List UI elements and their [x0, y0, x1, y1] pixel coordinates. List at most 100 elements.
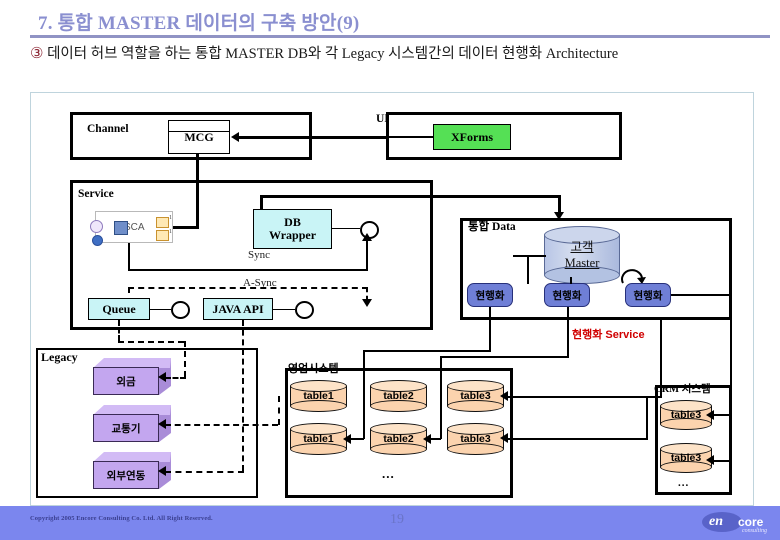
sales-table-2-3-label: table3	[460, 433, 491, 445]
sync-box-3[interactable]: 현행화	[625, 283, 671, 307]
sync-label: Sync	[248, 249, 270, 261]
service-label: Service	[78, 188, 114, 200]
sales-table-2-3[interactable]: table3	[447, 423, 504, 455]
sync-line-h1	[128, 269, 368, 271]
crm-feed-h	[504, 396, 662, 398]
sales-table-1-2-label: table2	[383, 390, 414, 402]
box1-down-v	[489, 307, 491, 350]
subheading-marker: ③	[30, 46, 44, 62]
ui-to-mcg-line	[386, 136, 433, 138]
legacy-cube-3-face: 외부연동	[93, 461, 159, 489]
box1-to-table-h	[347, 438, 364, 440]
queue-node[interactable]: Queue	[88, 298, 150, 320]
to-cube2-arrow	[158, 419, 166, 429]
sales-table-2-1-label: table1	[303, 433, 334, 445]
crm-t1-arrow	[706, 410, 714, 420]
crm-system-more: ...	[678, 477, 690, 489]
sales-system-label: 영업시스템	[288, 363, 339, 375]
sca-pin-bottom-label: 1	[169, 229, 172, 235]
sales-table-2-2-label: table2	[383, 433, 414, 445]
async-arrow-api	[362, 299, 372, 307]
mcg-node[interactable]: MCG	[168, 120, 230, 154]
sales-table-1-3-label: table3	[460, 390, 491, 402]
ui-to-mcg-line-2	[239, 136, 389, 139]
db-wrapper-node[interactable]: DB Wrapper	[253, 209, 332, 249]
crm-table-2-label: table3	[670, 452, 702, 464]
sales-table-1-1[interactable]: table1	[290, 380, 347, 412]
box1-down-v2	[363, 350, 365, 439]
sca-pin-top-icon	[156, 217, 169, 228]
xforms-node[interactable]: XForms	[433, 124, 511, 150]
subheading: ③ 데이터 허브 역할을 하는 통합 MASTER DB와 각 Legacy 시…	[30, 44, 770, 64]
crm-feed-arrow	[500, 391, 508, 401]
to-cube2-v	[278, 396, 280, 425]
legacy-label: Legacy	[41, 350, 78, 364]
sync-arrow	[362, 233, 372, 241]
sca-reference-icon	[92, 235, 103, 246]
api-to-cube3-h	[165, 471, 244, 473]
master-to-box1-h	[513, 255, 546, 257]
queue-down-line-v2	[184, 341, 186, 377]
sca-pin-bottom-icon	[156, 230, 169, 241]
queue-lolli-line	[150, 309, 171, 310]
api-to-cube3-arrow	[158, 466, 166, 476]
master-db-caption: 고객 Master	[544, 226, 620, 284]
sales-table-1-1-label: table1	[303, 390, 334, 402]
box1-down-h	[363, 350, 491, 352]
queue-to-cube1-h	[165, 377, 186, 379]
api-socket-icon	[295, 301, 314, 319]
queue-socket-icon	[171, 301, 190, 319]
sync-service-label: 현행화 Service	[572, 329, 645, 341]
encore-logo: en core consulting	[702, 508, 774, 538]
sales-table-1-3[interactable]: table3	[447, 380, 504, 412]
page-number: 19	[390, 512, 404, 527]
sca-module-icon	[114, 221, 128, 235]
master-db-line2: Master	[564, 256, 600, 270]
subheading-text: 데이터 허브 역할을 하는 통합 MASTER DB와 각 Legacy 시스템…	[47, 46, 619, 62]
integrated-data-label: 통합 Data	[468, 221, 516, 233]
sync-line-v2	[366, 240, 368, 271]
box2-down-v2	[440, 356, 442, 439]
sync-box-1[interactable]: 현행화	[467, 283, 513, 307]
data-down-left-v	[460, 307, 462, 320]
sales-system-more: ...	[382, 466, 395, 481]
queue-down-line-h	[118, 341, 184, 343]
dbwrapper-up-line	[260, 195, 263, 210]
mcg-top-divider	[168, 131, 230, 132]
title-divider	[30, 35, 770, 38]
master-to-box1-v	[527, 255, 529, 284]
java-api-node[interactable]: JAVA API	[203, 298, 273, 320]
api-down-line	[242, 320, 244, 471]
sca-component[interactable]: SCA 1 1	[90, 211, 173, 246]
crm-table-2[interactable]: table3	[660, 443, 712, 473]
logo-core-text: core	[738, 515, 764, 529]
crm-t1-arrow-line	[712, 414, 730, 416]
crm-t2-arrow	[706, 455, 714, 465]
service-top-line	[260, 195, 560, 198]
master-to-box2-v	[570, 277, 572, 284]
ui-to-mcg-arrow	[231, 132, 239, 142]
sales-table-1-2[interactable]: table2	[370, 380, 427, 412]
box3-right-h	[671, 294, 732, 296]
slide-root: 7. 통합 MASTER 데이터의 구축 방안(9) ③ 데이터 허브 역할을 …	[0, 0, 780, 540]
crm-system-label: CRM 시스템	[654, 384, 711, 395]
copyright-text: Copyright 2005 Encore Consulting Co. Ltd…	[30, 515, 213, 522]
crm-table-1-label: table3	[670, 409, 702, 421]
channel-label: Channel	[87, 123, 129, 135]
dbwrapper-lolli-line	[332, 228, 360, 229]
sync-box-2[interactable]: 현행화	[544, 283, 590, 307]
crm-table-1[interactable]: table3	[660, 400, 712, 430]
box2-to-table-h	[427, 438, 441, 440]
master-db-line1: 고객	[570, 240, 594, 254]
crm-feed2-v	[646, 396, 648, 440]
service-right-up-line	[430, 180, 433, 202]
crm-feed2-h	[504, 438, 648, 440]
sales-table-2-1[interactable]: table1	[290, 423, 347, 455]
sales-table-2-2[interactable]: table2	[370, 423, 427, 455]
crm-feed2-arrow	[500, 433, 508, 443]
box2-down-v	[567, 307, 569, 356]
master-db-cylinder[interactable]: 고객 Master	[544, 226, 620, 284]
legacy-cube-2-face: 교통기	[93, 414, 159, 442]
legacy-cube-1-face: 외금	[93, 367, 159, 395]
sync-line-v1	[128, 243, 130, 271]
